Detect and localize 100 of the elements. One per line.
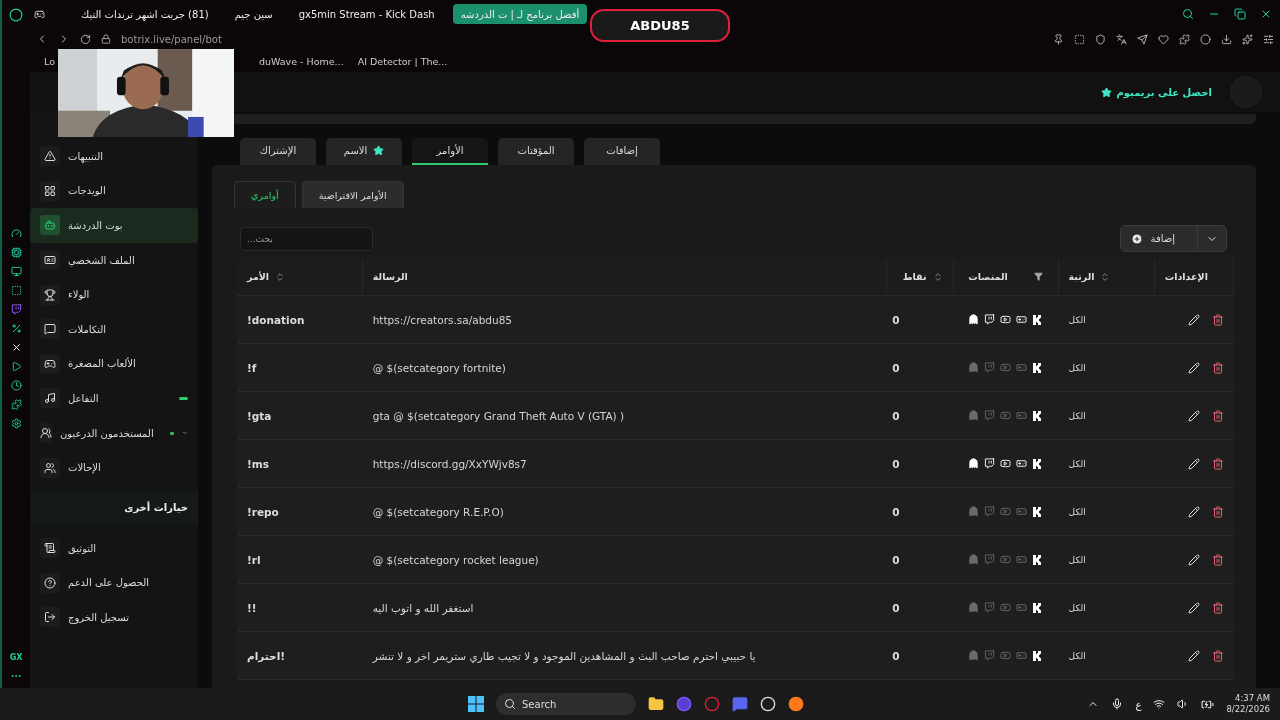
sidebar-item[interactable]: الألعاب المصغرة (30, 346, 198, 382)
streamer-name-overlay: ABDU85 (590, 9, 730, 42)
column-header[interactable]: الأمر (237, 258, 363, 295)
edit-icon[interactable] (1187, 553, 1200, 566)
x-icon[interactable] (10, 342, 22, 353)
browser-tab[interactable]: (81) جربت اشهر ترندات التيك (73, 4, 217, 24)
reload-icon[interactable] (80, 33, 91, 45)
delete-icon[interactable] (1211, 553, 1224, 566)
clock[interactable]: 4:37 AM 8/22/2026 (1226, 693, 1270, 715)
delete-icon[interactable] (1211, 313, 1224, 326)
app-icon[interactable] (676, 696, 692, 712)
opera-icon[interactable] (704, 696, 720, 712)
delete-icon[interactable] (1211, 505, 1224, 518)
gx-label[interactable]: GX (9, 653, 23, 662)
folder-icon[interactable] (648, 696, 664, 712)
download-icon[interactable] (1221, 33, 1232, 45)
points-value: 0 (892, 553, 900, 566)
ghost-icon[interactable] (968, 458, 980, 469)
settings-icon[interactable] (10, 418, 22, 429)
sidebar-item[interactable]: الإحالات (30, 450, 198, 485)
sliders-icon[interactable] (1263, 33, 1274, 45)
bookmark[interactable]: duWave - Home... (258, 55, 344, 67)
mic-icon[interactable] (1111, 698, 1124, 710)
sidebar-item[interactable]: التوثيق (30, 530, 198, 566)
subtab[interactable]: أوامري (234, 181, 296, 208)
command-name: !f (247, 361, 257, 374)
puzzle-icon[interactable] (1179, 33, 1190, 45)
pin-icon[interactable] (1053, 33, 1064, 45)
browser-tab[interactable]: أفضل برنامج لـ | ت الدردشه (452, 4, 588, 24)
tab[interactable]: إضافات (584, 138, 660, 165)
keyboard-language[interactable]: ع (1135, 698, 1142, 710)
heart-icon[interactable] (1158, 33, 1169, 45)
percent-icon[interactable] (10, 323, 22, 334)
rank-value: الكل (1068, 650, 1086, 661)
address-field[interactable]: botrix.live/panel/bot (121, 33, 222, 45)
wifi-icon[interactable] (1153, 698, 1166, 710)
sidebar-item[interactable]: المستخدمون الدرعيون (30, 415, 198, 451)
windows-logo-icon[interactable] (468, 696, 484, 712)
sidebar-item[interactable]: التفاعل (30, 381, 198, 416)
edit-icon[interactable] (1187, 409, 1200, 422)
sidebar-item[interactable]: بوت الدردشة (30, 208, 198, 243)
search-field[interactable]: بحث... (240, 226, 373, 251)
gamepad-icon[interactable] (34, 8, 45, 20)
tab[interactable]: الاسم (326, 138, 402, 165)
search-icon[interactable] (1182, 8, 1194, 20)
edit-icon[interactable] (1187, 457, 1200, 470)
ghost-icon[interactable] (968, 314, 980, 325)
tab[interactable]: المؤقتات (498, 138, 574, 165)
snapshot-icon[interactable] (1074, 33, 1085, 45)
sidebar-item[interactable]: تسجيل الخروج (30, 600, 198, 635)
taskbar-search[interactable]: Search (496, 693, 636, 715)
opera-logo-icon[interactable] (9, 8, 23, 22)
sort-icon[interactable] (275, 271, 286, 282)
chip-icon[interactable] (10, 247, 22, 258)
delete-icon[interactable] (1211, 409, 1224, 422)
premium-link[interactable]: احصل على بريميوم (1101, 86, 1212, 98)
restore-icon[interactable] (1234, 8, 1246, 20)
shield-icon[interactable] (1095, 33, 1106, 45)
edit-icon[interactable] (1187, 601, 1200, 614)
square-icon[interactable] (10, 285, 22, 296)
sort-icon[interactable] (1100, 271, 1111, 282)
sidebar-item[interactable]: التكاملات (30, 311, 198, 347)
sidebar-item[interactable]: الولاء (30, 277, 198, 312)
sidebar-item[interactable]: التنبيهات (30, 139, 198, 174)
delete-icon[interactable] (1211, 361, 1224, 374)
bookmark[interactable]: AI Detector | The... (357, 55, 448, 67)
edit-icon[interactable] (1187, 313, 1200, 326)
tab[interactable]: الأوامر (412, 138, 488, 165)
delete-icon[interactable] (1211, 601, 1224, 614)
chat-icon[interactable] (732, 696, 748, 712)
tab[interactable]: الإشتراك (240, 138, 316, 165)
delete-icon[interactable] (1211, 649, 1224, 662)
sort-icon[interactable] (932, 271, 943, 282)
puzzle-icon[interactable] (10, 399, 22, 410)
sidebar-item[interactable]: الحصول على الدعم (30, 565, 198, 601)
column-header[interactable]: المنصات (953, 258, 1059, 295)
column-header[interactable]: نقاط (887, 258, 954, 295)
send-icon[interactable] (1137, 33, 1148, 45)
play-icon[interactable] (10, 361, 22, 372)
grid-icon (40, 180, 60, 201)
subtab[interactable]: الأوامر الافتراضية (301, 181, 404, 208)
delete-icon[interactable] (1211, 457, 1224, 470)
translate-icon[interactable] (1116, 33, 1127, 45)
column-header[interactable]: الرتبة (1058, 258, 1155, 295)
sparkle-icon[interactable] (1242, 33, 1253, 45)
clock-icon[interactable] (10, 380, 22, 391)
add-button[interactable]: إضافة (1120, 226, 1198, 251)
browser-tab[interactable]: سين جيم (226, 4, 281, 24)
monitor-icon[interactable] (10, 266, 22, 277)
close-icon[interactable] (1260, 8, 1272, 20)
column-header: الرسالة (362, 258, 887, 295)
edit-icon[interactable] (1187, 361, 1200, 374)
sidebar-item[interactable]: الويدجات (30, 173, 198, 209)
edit-icon[interactable] (1187, 649, 1200, 662)
browser-tab[interactable]: gx5min Stream - Kick Dash (290, 4, 443, 24)
filter-icon[interactable] (1033, 272, 1043, 281)
bookmark[interactable]: Lo (44, 55, 55, 67)
sidebar-item[interactable]: الملف الشخصي (30, 242, 198, 278)
edit-icon[interactable] (1187, 505, 1200, 518)
gauge-icon[interactable] (10, 228, 22, 239)
